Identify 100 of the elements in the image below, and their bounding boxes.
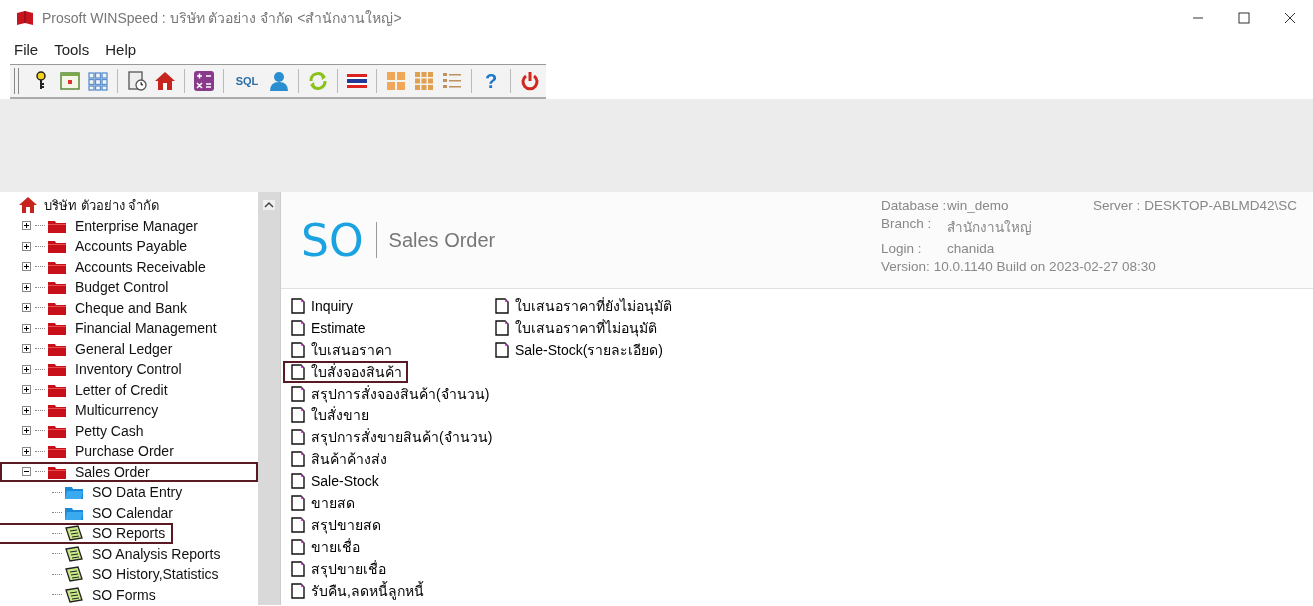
report-link[interactable]: สรุปขายสด — [283, 513, 387, 536]
report-link[interactable]: Sale-Stock — [283, 470, 385, 492]
folder-icon — [47, 279, 67, 296]
expand-icon[interactable] — [22, 446, 31, 456]
folder-icon — [47, 443, 67, 460]
menu-item[interactable]: Tools — [54, 40, 90, 58]
power-icon[interactable] — [519, 70, 541, 92]
expand-icon[interactable] — [22, 426, 31, 436]
module-title: Sales Order — [388, 228, 496, 252]
folder-icon — [47, 238, 67, 255]
document-icon — [495, 297, 509, 314]
tree-item[interactable]: Inventory Control — [73, 361, 184, 378]
expand-icon[interactable] — [22, 303, 31, 313]
info-value: DESKTOP-ABLMD42\SC — [1144, 198, 1298, 213]
tree-item[interactable]: Accounts Receivable — [73, 258, 208, 275]
document-icon — [291, 429, 305, 446]
document-icon — [291, 582, 305, 599]
document-icon — [291, 473, 305, 490]
report-link[interactable]: Sale-Stock(รายละเอียด) — [487, 338, 670, 361]
expand-icon[interactable] — [22, 364, 31, 374]
tree-item[interactable]: Purchase Order — [73, 443, 176, 460]
tree-item[interactable]: Cheque and Bank — [73, 299, 190, 316]
calendar-icon[interactable] — [59, 70, 81, 92]
tree-root[interactable]: บริษัท ตัวอย่าง จำกัด — [42, 194, 162, 216]
tree-item[interactable]: SO Data Entry — [90, 484, 185, 501]
report-link[interactable]: ใบเสนอราคาที่ยังไม่อนุมัติ — [487, 295, 678, 317]
expand-icon[interactable] — [22, 262, 31, 272]
document-icon — [291, 516, 305, 533]
info-value: win_demo — [947, 198, 1009, 213]
report-icon — [64, 525, 84, 542]
tree-item[interactable]: Enterprise Manager — [73, 217, 200, 234]
folder-icon — [47, 402, 67, 419]
report-icon — [64, 566, 84, 583]
document-icon — [291, 385, 305, 402]
tree-item[interactable]: SO Forms — [90, 586, 158, 603]
tree-item[interactable]: Petty Cash — [73, 422, 146, 439]
tree-item[interactable]: SO Calendar — [90, 504, 175, 521]
report-link[interactable]: ขายเชื่อ — [283, 535, 366, 558]
info-value: chanida — [947, 241, 995, 256]
document-icon — [291, 319, 305, 336]
document-icon — [291, 407, 305, 424]
tree-item[interactable]: Multicurrency — [73, 402, 161, 419]
expand-icon[interactable] — [22, 241, 31, 251]
expand-icon[interactable] — [22, 282, 31, 292]
tree-item[interactable]: SO Analysis Reports — [90, 545, 223, 562]
report-link[interactable]: ใบเสนอราคาที่ไม่อนุมัติ — [487, 316, 663, 339]
report-link[interactable]: รับคืน,ลดหนี้ลูกหนี้ — [283, 579, 430, 602]
report-link[interactable]: ขายสด — [283, 492, 361, 514]
large-tiles-icon[interactable] — [385, 70, 407, 92]
scrollbar[interactable] — [258, 192, 280, 605]
scroll-up-icon[interactable] — [263, 200, 275, 210]
expand-icon[interactable] — [22, 323, 31, 333]
report-link[interactable]: ใบสั่งขาย — [283, 404, 375, 427]
report-icon — [64, 586, 84, 603]
document-icon — [291, 494, 305, 511]
report-link[interactable]: สรุปการสั่งขายสินค้า(จำนวน) — [283, 426, 499, 449]
info-value: สำนักงานใหญ่ — [947, 219, 1032, 237]
expand-icon[interactable] — [22, 221, 31, 231]
book-icon — [16, 10, 34, 26]
home-icon[interactable] — [154, 70, 176, 92]
tree-item[interactable]: General Ledger — [73, 340, 175, 357]
tree-item[interactable]: Financial Management — [73, 320, 219, 337]
tree-item[interactable]: SO History,Statistics — [90, 566, 221, 583]
report-link[interactable]: สินค้าค้างส่ง — [283, 448, 393, 471]
document-icon — [291, 341, 305, 358]
help-button[interactable]: ? — [480, 70, 502, 92]
report-icon — [64, 545, 84, 562]
user-icon[interactable] — [268, 70, 290, 92]
tree-item[interactable]: Letter of Credit — [73, 381, 170, 398]
info-label: Database : — [881, 198, 947, 213]
menu-item[interactable]: Help — [105, 40, 137, 58]
menu-item[interactable]: File — [14, 40, 39, 58]
report-link[interactable]: ใบสั่งจองสินค้า — [283, 360, 408, 383]
report-link[interactable]: Inquiry — [283, 295, 360, 317]
document-icon — [291, 363, 305, 380]
small-tiles-icon[interactable] — [413, 70, 435, 92]
sql-button[interactable]: SQL — [232, 70, 262, 92]
expand-icon[interactable] — [22, 405, 31, 415]
folder-icon — [47, 361, 67, 378]
info-label: Branch : — [881, 216, 933, 233]
report-link[interactable]: Estimate — [283, 316, 372, 339]
document-icon — [495, 341, 509, 358]
document-icon — [495, 319, 509, 336]
document-icon — [291, 297, 305, 314]
document-icon — [291, 538, 305, 555]
info-label: Server : — [1093, 198, 1141, 213]
report-link[interactable]: สรุปขายเชื่อ — [283, 557, 392, 580]
document-icon — [291, 560, 305, 577]
calculator-icon[interactable] — [193, 70, 215, 92]
collapse-icon[interactable] — [22, 467, 31, 477]
tree-item[interactable]: Accounts Payable — [73, 238, 190, 255]
tree-item[interactable]: Budget Control — [73, 279, 171, 296]
grid-icon[interactable] — [87, 70, 109, 92]
document-clock-icon[interactable] — [126, 70, 148, 92]
info-value: 10.0.1140 Build on 2023-02-27 08:30 — [933, 259, 1156, 274]
report-link[interactable]: สรุปการสั่งจองสินค้า(จำนวน) — [283, 382, 496, 405]
home-icon — [18, 196, 38, 215]
expand-icon[interactable] — [22, 385, 31, 395]
report-link[interactable]: ใบเสนอราคา — [283, 338, 398, 361]
expand-icon[interactable] — [22, 344, 31, 354]
